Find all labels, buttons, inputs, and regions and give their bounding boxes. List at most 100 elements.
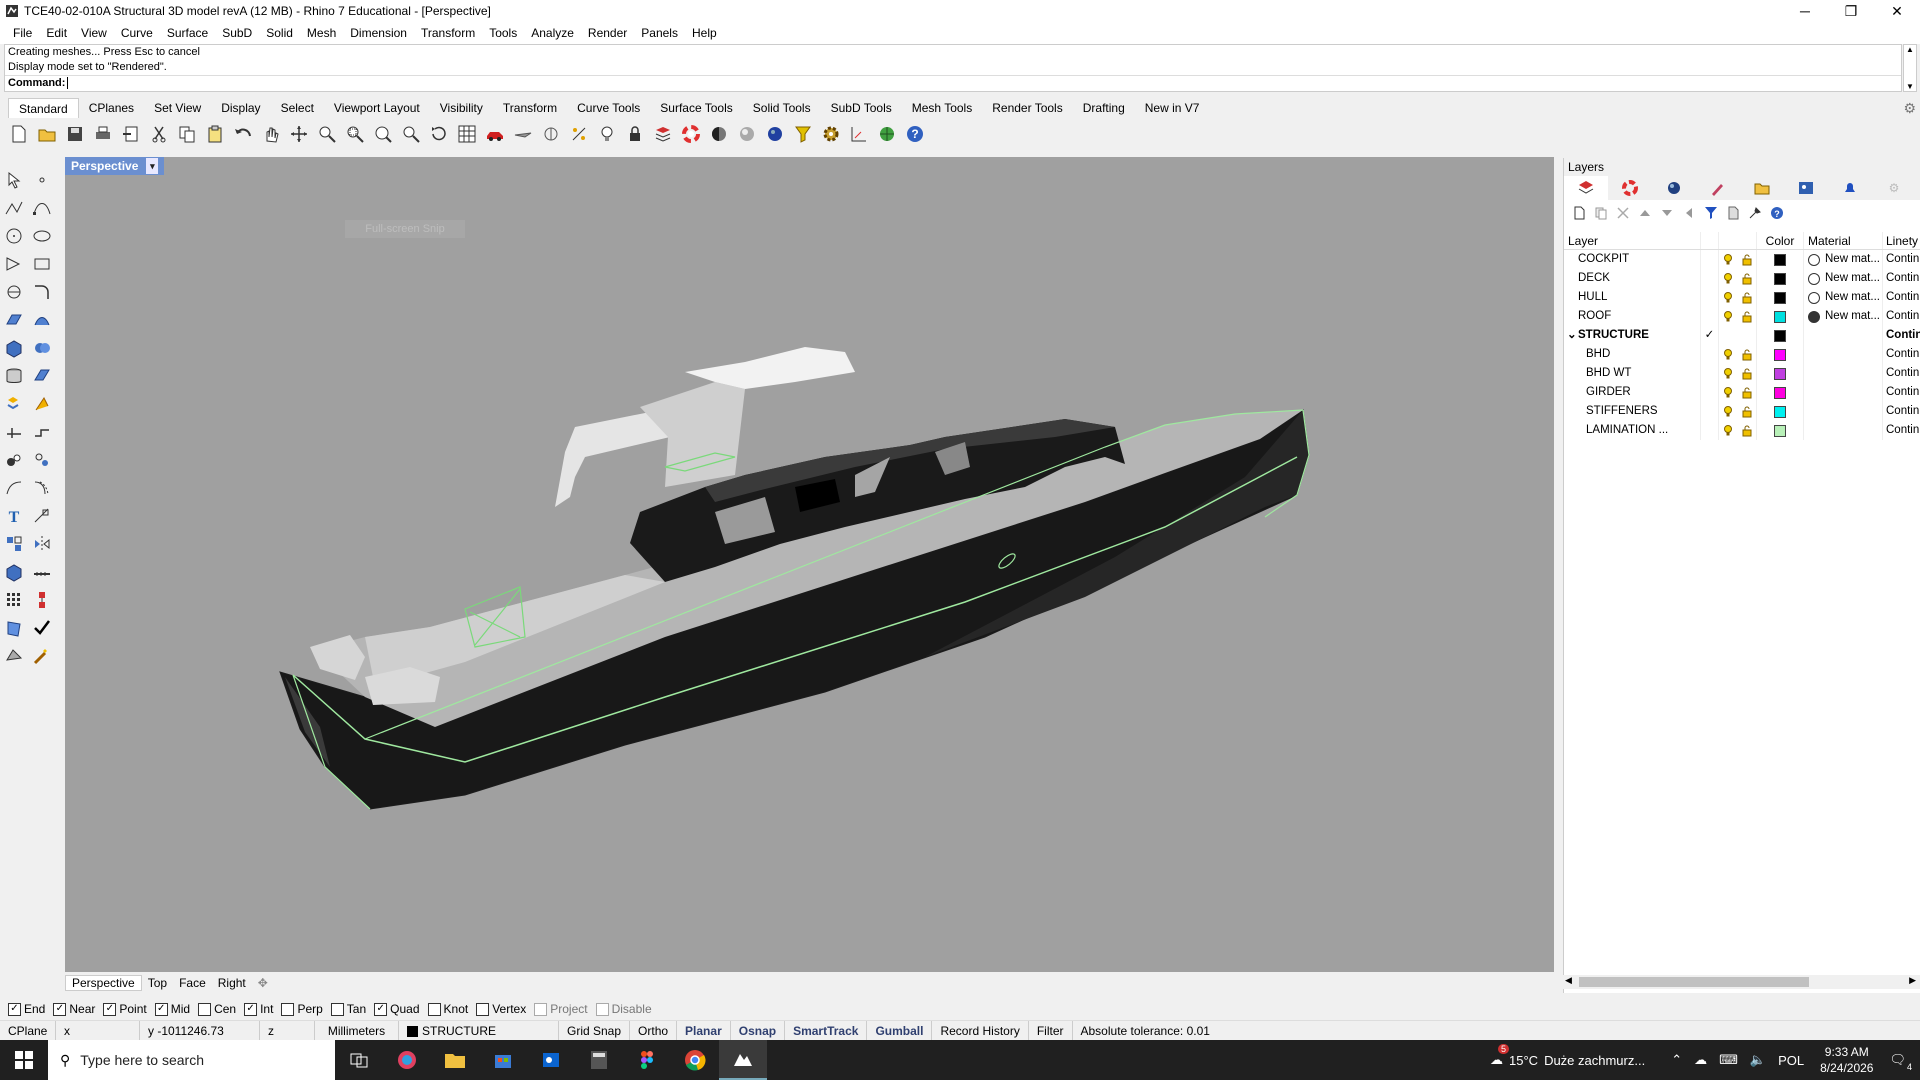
current-layer-cell[interactable] xyxy=(1701,421,1719,440)
layer-details-icon[interactable] xyxy=(1724,204,1742,222)
group-icon[interactable] xyxy=(2,448,26,472)
layer-visibility-icon[interactable] xyxy=(1719,269,1737,288)
command-scrollbar[interactable]: ▲ ▼ xyxy=(1903,44,1917,92)
move-up-icon[interactable] xyxy=(1636,204,1654,222)
filter-icon[interactable] xyxy=(790,121,816,147)
layer-name-cell[interactable]: BHD WT xyxy=(1564,364,1701,383)
layer-lock-icon[interactable] xyxy=(1737,383,1757,402)
scroll-left-icon[interactable]: ◀ xyxy=(1565,975,1572,986)
osnap-tan[interactable]: Tan xyxy=(330,1002,366,1016)
move-parent-icon[interactable] xyxy=(1680,204,1698,222)
globe-icon[interactable] xyxy=(874,121,900,147)
file-explorer-icon[interactable] xyxy=(431,1040,479,1080)
tab-standard[interactable]: Standard xyxy=(8,98,79,118)
trim-icon[interactable] xyxy=(30,392,54,416)
analyze-icon[interactable] xyxy=(2,644,26,668)
layer-row[interactable]: ⌄ STRUCTURE ✓ Contin xyxy=(1564,326,1920,345)
new-sublayer-icon[interactable] xyxy=(1592,204,1610,222)
layer-material-cell[interactable]: New mat... xyxy=(1804,288,1883,307)
layer-color-swatch[interactable] xyxy=(1774,253,1786,266)
layer-color-swatch[interactable] xyxy=(1774,367,1786,380)
viewport-tab-top[interactable]: Top xyxy=(142,976,173,990)
layer-color-swatch[interactable] xyxy=(1774,272,1786,285)
layer-visibility-icon[interactable] xyxy=(1719,307,1737,326)
color-tab-icon[interactable] xyxy=(1608,176,1652,200)
loft-icon[interactable] xyxy=(30,308,54,332)
snap-icon[interactable] xyxy=(566,121,592,147)
polygon-icon[interactable] xyxy=(2,280,26,304)
open-icon[interactable] xyxy=(34,121,60,147)
paint-tab-icon[interactable] xyxy=(1696,176,1740,200)
layer-lock-icon[interactable] xyxy=(1737,326,1757,345)
start-button[interactable] xyxy=(0,1040,48,1080)
layer-linetype[interactable]: Contin xyxy=(1883,307,1920,326)
ruler-icon[interactable] xyxy=(30,560,54,584)
task-view-icon[interactable] xyxy=(335,1040,383,1080)
osnap-end[interactable]: ✓ End xyxy=(8,1002,45,1016)
layer-color-cell[interactable] xyxy=(1757,402,1804,421)
osnap-point-checkbox[interactable]: ✓ xyxy=(103,1002,117,1016)
menu-help[interactable]: Help xyxy=(685,26,724,40)
osnap-int-checkbox[interactable]: ✓ xyxy=(244,1002,258,1016)
tab-render-tools[interactable]: Render Tools xyxy=(982,98,1073,118)
osnap-cen[interactable]: Cen xyxy=(198,1002,236,1016)
layer-name-cell[interactable]: ⌄ STRUCTURE xyxy=(1564,326,1701,345)
osnap-perp[interactable]: Perp xyxy=(281,1002,323,1016)
new-icon[interactable] xyxy=(6,121,32,147)
layer-material-cell[interactable] xyxy=(1804,345,1883,364)
layer-help-icon[interactable]: ? xyxy=(1768,204,1786,222)
lock-icon[interactable] xyxy=(622,121,648,147)
ellipse-icon[interactable] xyxy=(30,224,54,248)
cut-icon[interactable] xyxy=(146,121,172,147)
scroll-right-icon[interactable]: ▶ xyxy=(1909,975,1916,986)
notification-tab-icon[interactable] xyxy=(1828,176,1872,200)
show-hidden-icons-icon[interactable]: ⌃ xyxy=(1671,1052,1682,1068)
layer-color-swatch[interactable] xyxy=(1774,329,1786,342)
layer-linetype[interactable]: Contin xyxy=(1883,269,1920,288)
layer-color-cell[interactable] xyxy=(1757,288,1804,307)
osnap-vertex-checkbox[interactable] xyxy=(476,1002,490,1016)
folder-tab-icon[interactable] xyxy=(1740,176,1784,200)
layers-horizontal-scrollbar[interactable]: ◀ ▶ xyxy=(1563,975,1920,989)
column-color[interactable]: Color xyxy=(1757,232,1804,249)
menu-solid[interactable]: Solid xyxy=(259,26,300,40)
layers-tab-icon[interactable] xyxy=(1564,176,1608,200)
import-icon[interactable] xyxy=(118,121,144,147)
display-tab-icon[interactable] xyxy=(1652,176,1696,200)
menu-panels[interactable]: Panels xyxy=(634,26,685,40)
restore-button[interactable]: ❐ xyxy=(1828,0,1874,22)
osnap-quad-checkbox[interactable]: ✓ xyxy=(374,1002,388,1016)
boolean-icon[interactable] xyxy=(30,336,54,360)
zoom-icon[interactable] xyxy=(314,121,340,147)
layer-row[interactable]: LAMINATION ... Contin xyxy=(1564,421,1920,440)
status-record-history[interactable]: Record History xyxy=(932,1020,1029,1041)
offset-icon[interactable] xyxy=(2,476,26,500)
circle-tool-icon[interactable] xyxy=(2,224,26,248)
viewport-tab-perspective[interactable]: Perspective xyxy=(65,975,142,991)
layer-lock-icon[interactable] xyxy=(1737,269,1757,288)
current-layer-cell[interactable] xyxy=(1701,250,1719,269)
menu-analyze[interactable]: Analyze xyxy=(524,26,581,40)
layer-color-swatch[interactable] xyxy=(1774,386,1786,399)
menu-subd[interactable]: SubD xyxy=(215,26,259,40)
car-icon[interactable] xyxy=(482,121,508,147)
layer-color-swatch[interactable] xyxy=(1774,424,1786,437)
layer-linetype[interactable]: Contin xyxy=(1883,288,1920,307)
extrude-icon[interactable] xyxy=(30,364,54,388)
layer-row[interactable]: DECK New mat... Contin xyxy=(1564,269,1920,288)
tab-select[interactable]: Select xyxy=(271,98,324,118)
layer-material-cell[interactable] xyxy=(1804,383,1883,402)
layer-color-cell[interactable] xyxy=(1757,364,1804,383)
blend-icon[interactable] xyxy=(30,476,54,500)
minimize-button[interactable]: ─ xyxy=(1782,0,1828,22)
filter-layers-icon[interactable] xyxy=(1702,204,1720,222)
osnap-mid[interactable]: ✓ Mid xyxy=(154,1002,190,1016)
ungroup-icon[interactable] xyxy=(30,448,54,472)
status-ortho[interactable]: Ortho xyxy=(630,1020,678,1041)
layer-lock-icon[interactable] xyxy=(1737,250,1757,269)
layer-visibility-icon[interactable] xyxy=(1719,288,1737,307)
array-icon[interactable] xyxy=(2,532,26,556)
status-units[interactable]: Millimeters xyxy=(315,1020,399,1041)
layer-row[interactable]: HULL New mat... Contin xyxy=(1564,288,1920,307)
box-icon[interactable] xyxy=(2,336,26,360)
